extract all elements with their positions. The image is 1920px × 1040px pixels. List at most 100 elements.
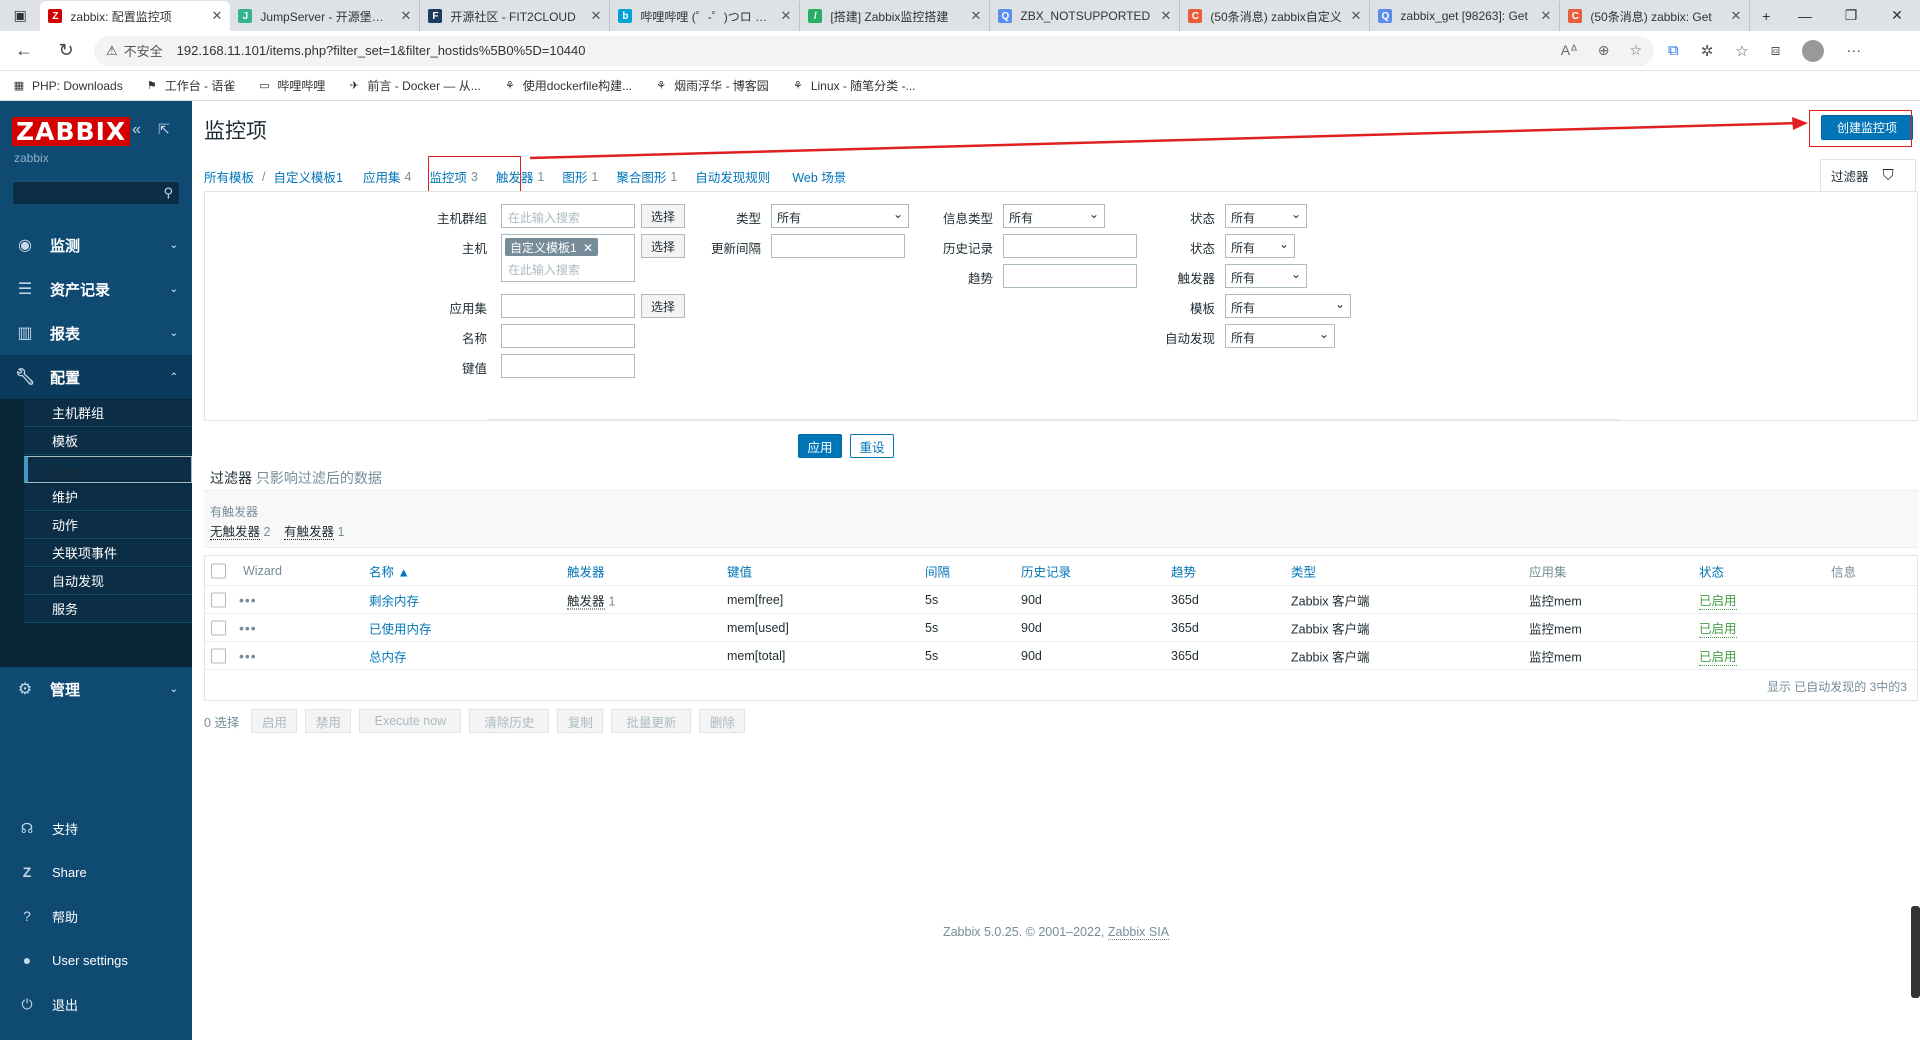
info-type-select[interactable]: 所有 ⌄ bbox=[1003, 204, 1105, 228]
status-select[interactable]: 所有 ⌄ bbox=[1225, 234, 1295, 258]
host-groups-input[interactable]: 在此输入搜索 bbox=[501, 204, 635, 228]
application-select-button[interactable]: 选择 bbox=[641, 294, 685, 318]
zoom-icon[interactable]: ⊕ bbox=[1598, 42, 1610, 59]
mass-action-button[interactable]: 复制 bbox=[557, 709, 604, 733]
search-icon[interactable]: ⚲ bbox=[163, 185, 173, 201]
mass-action-button[interactable]: 删除 bbox=[699, 709, 746, 733]
url-field[interactable]: ⚠ 不安全 192.168.11.101/items.php?filter_se… bbox=[94, 35, 1654, 66]
col-type[interactable]: 类型 bbox=[1291, 561, 1316, 580]
state-select[interactable]: 所有 ⌄ bbox=[1225, 204, 1307, 228]
mass-action-button[interactable]: 禁用 bbox=[305, 709, 352, 733]
sidebar-search-input[interactable]: ⚲ bbox=[12, 181, 180, 205]
extensions-icon[interactable]: ✲ bbox=[1701, 42, 1714, 60]
col-history[interactable]: 历史记录 bbox=[1021, 561, 1071, 580]
remove-tag-icon[interactable]: ✕ bbox=[583, 241, 593, 255]
host-groups-select-button[interactable]: 选择 bbox=[641, 204, 685, 228]
submenu-item[interactable]: 自动发现 bbox=[24, 568, 192, 595]
row-checkbox[interactable] bbox=[211, 592, 226, 607]
col-status[interactable]: 状态 bbox=[1699, 561, 1724, 580]
bookmark-item[interactable]: ⚘ 使用dockerfile构建... bbox=[503, 77, 632, 94]
back-icon[interactable]: ← bbox=[6, 33, 42, 69]
tab-close-icon[interactable]: ✕ bbox=[211, 8, 222, 24]
item-triggers-link[interactable]: 触发器 bbox=[567, 594, 605, 609]
bookmark-item[interactable]: ▭ 哔哩哔哩 bbox=[257, 77, 325, 94]
browser-tab[interactable]: Zzabbix: 配置监控项 ✕ bbox=[40, 1, 231, 31]
tab-close-icon[interactable]: ✕ bbox=[970, 8, 981, 24]
favorites-icon[interactable]: ☆ bbox=[1735, 42, 1748, 60]
submenu-item[interactable]: 维护 bbox=[24, 484, 192, 511]
profile-avatar[interactable] bbox=[1802, 39, 1825, 62]
triggers-select[interactable]: 所有 ⌄ bbox=[1225, 264, 1307, 288]
mass-action-button[interactable]: 启用 bbox=[251, 709, 298, 733]
item-name-link[interactable]: 剩余内存 bbox=[369, 590, 419, 609]
read-aloud-icon[interactable]: Aᐞ bbox=[1561, 42, 1578, 59]
submenu-item[interactable]: 服务 bbox=[24, 596, 192, 623]
maximize-icon[interactable]: ❐ bbox=[1828, 0, 1874, 31]
template-select[interactable]: 所有 ⌄ bbox=[1225, 294, 1351, 318]
browser-tab[interactable]: F 开源社区 - FIT2CLOUD ✕ bbox=[420, 1, 611, 31]
row-checkbox[interactable] bbox=[211, 620, 226, 635]
crumb-template[interactable]: 自定义模板1 bbox=[274, 167, 343, 186]
browser-tab[interactable]: C (50条消息) zabbix: Get ✕ bbox=[1560, 1, 1751, 31]
item-status-toggle[interactable]: 已启用 bbox=[1699, 646, 1737, 666]
tab-close-icon[interactable]: ✕ bbox=[590, 8, 601, 24]
item-status-toggle[interactable]: 已启用 bbox=[1699, 590, 1737, 610]
tab-actions-icon[interactable]: ▣ bbox=[0, 0, 40, 31]
zabbix-logo[interactable]: ZABBIX bbox=[12, 117, 131, 146]
hosts-select-button[interactable]: 选择 bbox=[641, 234, 685, 258]
submenu-item[interactable]: 动作 bbox=[24, 512, 192, 539]
reload-icon[interactable]: ↻ bbox=[48, 33, 84, 69]
tab-applications[interactable]: 应用集 bbox=[363, 167, 401, 186]
browser-tab[interactable]: b 哔哩哔哩 (゜-゜)つロ 干杯 ✕ bbox=[610, 1, 801, 31]
browser-tab[interactable]: / [搭建] Zabbix监控搭建 ✕ bbox=[800, 1, 991, 31]
browser-tab[interactable]: J JumpServer - 开源堡垒机 ✕ bbox=[230, 1, 421, 31]
col-interval[interactable]: 间隔 bbox=[925, 561, 950, 580]
submenu-item[interactable]: 模板 bbox=[24, 428, 192, 455]
menu-administration[interactable]: ⚙ 管理 ⌄ bbox=[0, 667, 192, 711]
new-tab-icon[interactable]: + bbox=[1750, 0, 1782, 31]
bookmark-item[interactable]: ✈ 前言 - Docker — 从... bbox=[347, 77, 481, 94]
scrollbar-thumb[interactable] bbox=[1911, 906, 1920, 998]
hosts-multiselect[interactable]: 自定义模板1 ✕ 在此输入搜索 bbox=[501, 234, 635, 282]
tab-close-icon[interactable]: ✕ bbox=[1350, 8, 1361, 24]
tab-web[interactable]: Web 场景 bbox=[792, 167, 846, 186]
filter-toggle[interactable]: 过滤器 ⛉ bbox=[1820, 159, 1916, 191]
bookmark-item[interactable]: ⚑ 工作台 - 语雀 bbox=[145, 77, 236, 94]
user-settings-link[interactable]: ● User settings bbox=[0, 938, 192, 982]
collections-icon[interactable]: ⧈ bbox=[1771, 42, 1781, 59]
submenu-item[interactable]: 主机 bbox=[24, 456, 192, 483]
close-window-icon[interactable]: ✕ bbox=[1874, 0, 1920, 31]
tab-close-icon[interactable]: ✕ bbox=[400, 8, 411, 24]
subfilter-no-triggers[interactable]: 无触发器 bbox=[210, 525, 261, 540]
key-input[interactable] bbox=[501, 354, 635, 378]
history-input[interactable] bbox=[1003, 234, 1137, 258]
col-trends[interactable]: 趋势 bbox=[1171, 561, 1196, 580]
bookmark-item[interactable]: ⚘ Linux - 随笔分类 -... bbox=[791, 77, 916, 94]
bookmark-item[interactable]: ⚘ 烟雨浮华 - 博客园 bbox=[654, 77, 769, 94]
item-name-link[interactable]: 已使用内存 bbox=[369, 618, 432, 637]
interval-input[interactable] bbox=[771, 234, 905, 258]
footer-link[interactable]: Zabbix SIA bbox=[1107, 925, 1170, 940]
collapse-sidebar-icon[interactable]: « bbox=[132, 121, 141, 139]
discovery-select[interactable]: 所有 ⌄ bbox=[1225, 324, 1335, 348]
tab-close-icon[interactable]: ✕ bbox=[780, 8, 791, 24]
apply-button[interactable]: 应用 bbox=[798, 434, 842, 458]
browser-tab[interactable]: C (50条消息) zabbix自定义 ✕ bbox=[1180, 1, 1371, 31]
tab-close-icon[interactable]: ✕ bbox=[1540, 8, 1551, 24]
submenu-item[interactable]: 关联项事件 bbox=[24, 540, 192, 567]
minimize-icon[interactable]: — bbox=[1782, 0, 1828, 31]
tab-close-icon[interactable]: ✕ bbox=[1730, 8, 1741, 24]
signout-link[interactable]: ⏻ 退出 bbox=[0, 982, 192, 1026]
subfilter-with-triggers[interactable]: 有触发器 bbox=[283, 525, 334, 540]
reset-button[interactable]: 重设 bbox=[850, 434, 894, 458]
row-checkbox[interactable] bbox=[211, 648, 226, 663]
bookmark-item[interactable]: ▦ PHP: Downloads bbox=[12, 79, 123, 93]
name-input[interactable] bbox=[501, 324, 635, 348]
mass-action-button[interactable]: 清除历史 bbox=[469, 709, 550, 733]
tab-graphs[interactable]: 图形 bbox=[562, 167, 587, 186]
kiosk-icon[interactable]: ⇱ bbox=[158, 121, 170, 138]
application-input[interactable] bbox=[501, 294, 635, 318]
tab-close-icon[interactable]: ✕ bbox=[1160, 8, 1171, 24]
wizard-menu-icon[interactable]: ••• bbox=[239, 592, 257, 608]
menu-reports[interactable]: ▥ 报表 ⌄ bbox=[0, 311, 192, 355]
